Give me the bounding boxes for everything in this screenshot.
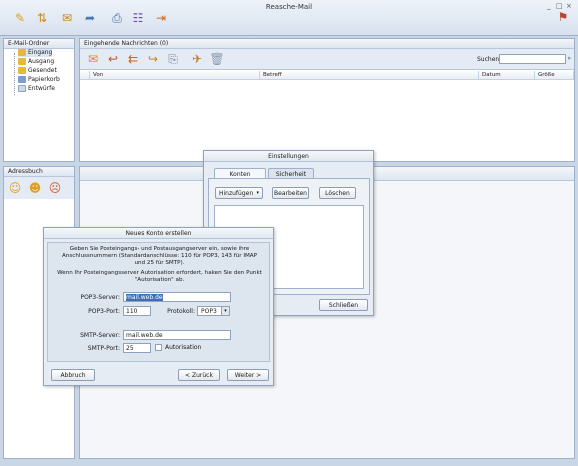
forward-icon[interactable]: ➦ — [81, 9, 99, 27]
delete-contact-icon[interactable]: ☹ — [47, 180, 63, 196]
folder-item-ausgang[interactable]: Ausgang — [18, 58, 54, 66]
folder-label: Ausgang — [28, 58, 55, 65]
column-from[interactable]: Von — [90, 71, 260, 80]
authorization-info-text: Wenn Ihr Posteingangsserver Autorisation… — [57, 270, 262, 283]
exit-icon[interactable]: ⇥ — [152, 9, 170, 27]
column-flag[interactable] — [80, 71, 90, 80]
inbox-folder-icon — [18, 49, 26, 56]
column-date[interactable]: Datum — [479, 71, 535, 80]
send-receive-icon[interactable]: ⇅ — [33, 9, 51, 27]
settings-dialog-title: Einstellungen — [204, 151, 373, 162]
trash-icon — [18, 76, 26, 83]
edit-contact-icon[interactable]: ☻ — [27, 180, 43, 196]
move-mail-icon[interactable]: ✈ — [189, 51, 205, 67]
new-account-dialog: Neues Konto erstellen Geben Sie Posteing… — [43, 227, 274, 386]
drafts-icon — [18, 85, 26, 92]
message-list-header: Von Betreff Datum Größe — [80, 71, 574, 80]
cancel-button[interactable]: Abbruch — [51, 369, 95, 381]
smtp-port-label: SMTP-Port: — [87, 345, 120, 352]
print-mail-icon[interactable]: ⎘ — [165, 51, 181, 67]
folder-label: Papierkorb — [28, 76, 60, 83]
column-subject[interactable]: Betreff — [260, 71, 479, 80]
delete-mail-icon[interactable]: 🗑 — [209, 51, 225, 67]
protocol-select[interactable]: POP3 ▾ — [197, 306, 230, 316]
folder-item-eingang[interactable]: Eingang — [18, 49, 53, 57]
print-icon[interactable]: ⎙ — [108, 9, 126, 27]
smtp-server-field[interactable]: mail.web.de — [123, 330, 231, 340]
next-button[interactable]: Weiter > — [227, 369, 269, 381]
folder-item-entwuerfe[interactable]: Entwürfe — [18, 85, 55, 93]
search-input[interactable] — [499, 54, 566, 64]
reply-mail-icon[interactable]: ↩ — [105, 51, 121, 67]
smtp-server-label: SMTP-Server: — [80, 332, 120, 339]
outbox-folder-icon — [18, 58, 26, 65]
reply-all-icon[interactable]: ⇇ — [125, 51, 141, 67]
folder-item-gesendet[interactable]: Gesendet — [18, 67, 57, 75]
search-label: Suchen: — [477, 56, 502, 63]
smtp-port-field[interactable]: 25 — [123, 343, 151, 353]
pop3-port-label: POP3-Port: — [88, 308, 120, 315]
flag-icon[interactable]: ⚑ — [554, 8, 572, 26]
chevron-down-icon[interactable]: ▾ — [221, 307, 229, 315]
authorization-label: Autorisation — [165, 344, 202, 351]
pop3-server-field[interactable]: mail.web.de — [123, 292, 231, 302]
account-info-text: Geben Sie Posteingangs- und Postausgangs… — [62, 246, 257, 266]
folder-label: Entwürfe — [28, 85, 55, 92]
add-contact-icon[interactable]: ☺ — [7, 180, 23, 196]
addressbook-header: Adressbuch — [4, 167, 74, 177]
authorization-checkbox[interactable] — [155, 344, 162, 351]
title-bar: Reasche-Mail _ □ × ✎ ⇅ ✉ ➦ ⎙ ☷ ⇥ ⚑ — [0, 0, 578, 36]
column-size[interactable]: Größe — [535, 71, 574, 80]
protocol-label: Protokoll: — [167, 308, 195, 315]
minimize-button[interactable]: _ — [547, 2, 551, 10]
inbox-header: Eingehende Nachrichten (0) — [80, 39, 574, 49]
folder-panel: E-Mail-Ordner Eingang Ausgang Gesendet P… — [3, 38, 75, 162]
folder-label: Gesendet — [28, 67, 57, 74]
pop3-port-field[interactable]: 110 — [123, 306, 151, 316]
folder-item-papierkorb[interactable]: Papierkorb — [18, 76, 60, 84]
close-settings-button[interactable]: Schließen — [319, 299, 368, 311]
back-button[interactable]: < Zurück — [178, 369, 220, 381]
new-account-dialog-title: Neues Konto erstellen — [44, 228, 273, 239]
delete-account-button[interactable]: Löschen — [319, 187, 356, 199]
get-mail-icon[interactable]: ✉ — [85, 51, 101, 67]
folder-panel-header: E-Mail-Ordner — [4, 39, 74, 49]
forward-mail-icon[interactable]: ↪ — [145, 51, 161, 67]
dropdown-arrow-icon: ▾ — [256, 190, 259, 196]
compose-icon[interactable]: ✎ — [11, 9, 29, 27]
search-arrow-icon[interactable]: ▸ — [568, 54, 572, 62]
pop3-server-label: POP3-Server: — [80, 294, 120, 301]
address-book-icon[interactable]: ☷ — [129, 9, 147, 27]
sent-folder-icon — [18, 67, 26, 74]
folder-label: Eingang — [28, 49, 53, 56]
inbox-panel: Eingehende Nachrichten (0) ✉ ↩ ⇇ ↪ ⎘ ✈ 🗑… — [79, 38, 575, 162]
edit-account-button[interactable]: Bearbeiten — [272, 187, 309, 199]
reply-icon[interactable]: ✉ — [58, 9, 76, 27]
add-account-button[interactable]: Hinzufügen ▾ — [215, 187, 263, 199]
